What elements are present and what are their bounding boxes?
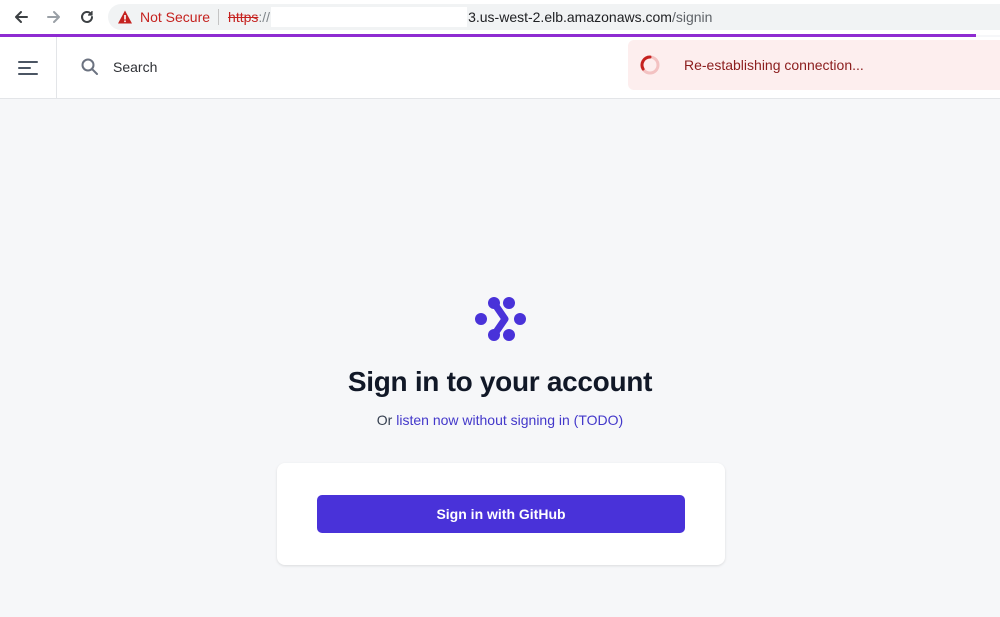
redacted-host [271,7,468,27]
address-bar[interactable]: Not Secure https :// 3.us-west-2.elb.ama… [108,4,1000,30]
arrow-left-icon [15,11,28,23]
toast-message: Re-establishing connection... [684,57,864,73]
forward-button[interactable] [41,4,67,30]
hamburger-menu-icon [18,60,38,75]
page-title: Sign in to your account [347,366,653,397]
arrow-right-icon [47,11,60,23]
url-host: 3.us-west-2.elb.amazonaws.com [468,9,672,25]
signin-subtitle: Or listen now without signing in (TODO) [0,412,1000,428]
url-path: /signin [671,9,713,25]
subtitle-prefix: Or [376,412,397,428]
connection-toast: Re-establishing connection... [628,40,1000,90]
search-input[interactable] [113,59,413,75]
listen-without-signin-link[interactable]: listen now without signing in (TODO) [396,412,623,428]
search-icon [81,58,98,75]
reload-icon [81,10,93,23]
search-bar[interactable] [80,55,413,79]
back-button[interactable] [8,4,34,30]
signin-github-button[interactable]: Sign in with GitHub [317,495,685,533]
app-logo-icon [475,297,526,341]
url-scheme: https [228,9,259,25]
browser-toolbar: Not Secure https :// 3.us-west-2.elb.ama… [0,0,1000,35]
divider [218,9,220,25]
signin-card: Sign in with GitHub [277,463,725,565]
url-scheme-separator: :// [258,9,271,25]
spinner-icon [640,55,660,75]
not-secure-label[interactable]: Not Secure [140,9,210,25]
warning-icon [118,10,132,24]
reload-button[interactable] [74,4,100,30]
menu-button[interactable] [0,37,57,98]
